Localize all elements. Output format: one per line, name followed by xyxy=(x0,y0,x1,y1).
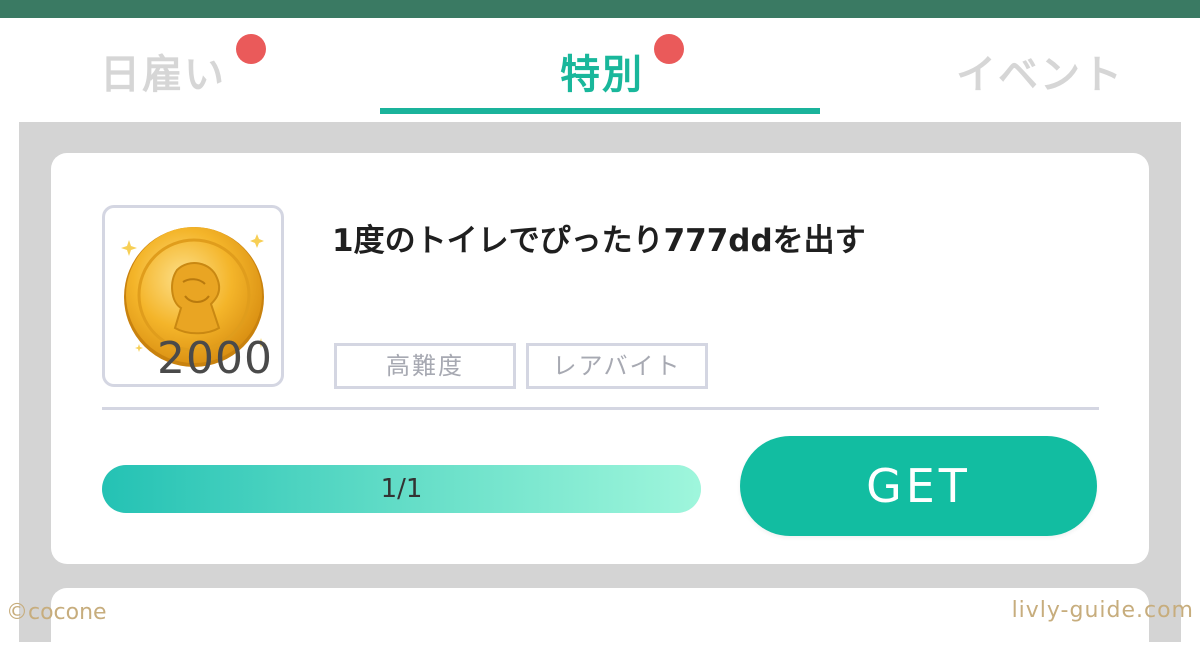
mission-list[interactable]: 2000 1度のトイレでぴったり777ddを出す 高難度 レアバイト 1/1 G… xyxy=(19,122,1181,668)
tab-special-label: 特別 xyxy=(560,52,644,98)
active-tab-indicator xyxy=(380,108,820,114)
tab-daily-label: 日雇い xyxy=(100,52,226,98)
mission-card: 2000 1度のトイレでぴったり777ddを出す 高難度 レアバイト 1/1 G… xyxy=(51,153,1149,564)
mission-title: 1度のトイレでぴったり777ddを出す xyxy=(332,223,866,259)
divider xyxy=(102,407,1099,410)
reward-amount: 2000 xyxy=(157,333,273,384)
difficulty-tag: 高難度 xyxy=(334,343,516,389)
site-watermark: livly-guide.com xyxy=(1011,598,1194,623)
progress-bar: 1/1 xyxy=(102,465,701,513)
rare-job-tag: レアバイト xyxy=(526,343,708,389)
tab-special[interactable]: 特別 xyxy=(380,18,820,122)
tab-event[interactable]: イベント xyxy=(900,18,1160,122)
top-status-bar xyxy=(0,0,1200,18)
tab-daily[interactable]: 日雇い xyxy=(60,18,320,122)
tab-bar: 日雇い 特別 イベント xyxy=(0,18,1200,122)
copyright-watermark: ©cocone xyxy=(6,600,107,625)
progress-text: 1/1 xyxy=(380,474,423,504)
notification-badge xyxy=(654,34,684,64)
mission-card-next xyxy=(51,588,1149,668)
tab-event-label: イベント xyxy=(956,52,1124,98)
reward-box: 2000 xyxy=(102,205,284,387)
notification-badge xyxy=(236,34,266,64)
get-reward-button[interactable]: GET xyxy=(740,436,1097,536)
